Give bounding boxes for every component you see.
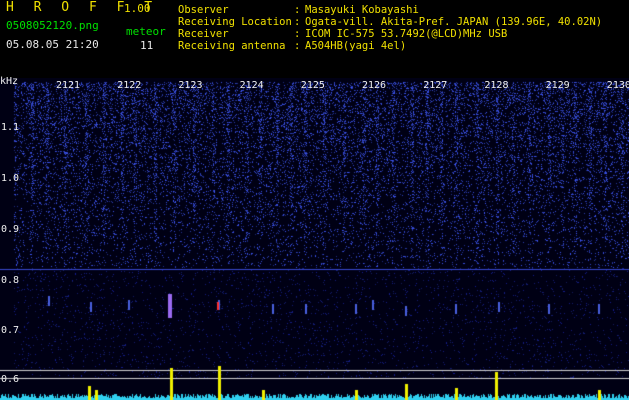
freq-label-1_1: 1.1: [1, 122, 20, 133]
antenna-value: A504HB(yagi 4el): [305, 40, 407, 52]
antenna-label: Receiving antenna: [178, 40, 286, 52]
time-label-2127: 2127: [423, 80, 448, 91]
receiver-label: Receiver: [178, 28, 229, 40]
receiver-sep: :: [294, 28, 301, 40]
time-label-2129: 2129: [545, 80, 570, 91]
observer-sep: :: [294, 4, 301, 16]
location-value: Ogata-vill. Akita-Pref. JAPAN (139.96E, …: [305, 16, 603, 28]
freq-label-0_9: 0.9: [1, 224, 20, 235]
spectrogram-canvas: [0, 78, 629, 400]
file-name: 0508052120.png: [6, 19, 99, 32]
location-label: Receiving Location: [178, 16, 292, 28]
location-sep: :: [294, 16, 301, 28]
freq-label-1_0: 1.0: [1, 173, 20, 184]
hroft-window: H R O F F T 1.00 0508052120.png meteor 0…: [0, 0, 629, 400]
freq-label-0_6: 0.6: [1, 374, 20, 385]
freq-label-0_7: 0.7: [1, 325, 20, 336]
app-version: 1.00: [124, 2, 151, 15]
time-label-2128: 2128: [484, 80, 509, 91]
meteor-count: 11: [140, 39, 154, 52]
time-label-2122: 2122: [117, 80, 142, 91]
time-label-2121: 2121: [56, 80, 81, 91]
spectrogram-panel: kHz 2121 2122 2123 2124 2125 2126 2127 2128 2129…: [0, 76, 629, 400]
time-label-2125: 2125: [300, 80, 325, 91]
time-label-2124: 2124: [239, 80, 264, 91]
freq-label-0_8: 0.8: [1, 275, 20, 286]
antenna-sep: :: [294, 40, 301, 52]
observer-label: Observer: [178, 4, 229, 16]
observer-value: Masayuki Kobayashi: [305, 4, 419, 16]
time-label-2123: 2123: [178, 80, 203, 91]
time-label-2130: 2130: [606, 80, 629, 91]
unit-label: kHz: [0, 76, 19, 87]
receiver-value: ICOM IC-575 53.7492(@LCD)MHz USB: [305, 28, 508, 40]
time-label-2126: 2126: [362, 80, 387, 91]
meteor-label: meteor: [126, 25, 166, 38]
date-time: 05.08.05 21:20: [6, 38, 99, 51]
